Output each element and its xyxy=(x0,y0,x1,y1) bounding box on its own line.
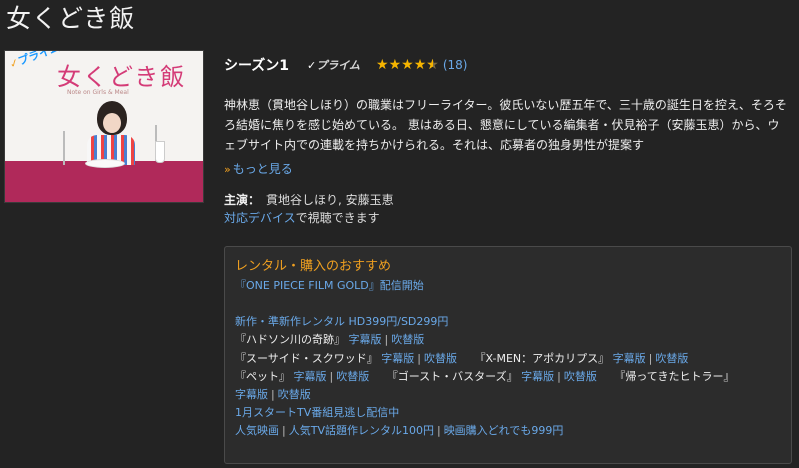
tv-missed-link[interactable]: 1月スタートTV番組見逃し配信中 xyxy=(235,406,399,419)
more-link-label: もっと見る xyxy=(232,162,293,176)
cast-label: 主演： xyxy=(224,193,261,207)
poster-image[interactable]: 女くどき飯 Note on Girls & Meal ✓プライム xyxy=(4,50,204,203)
movie-title: 『スーサイド・スクワッド』 xyxy=(235,351,378,365)
movie-title: 『帰ってきたヒトラー』 xyxy=(614,369,735,383)
device-row: 対応デバイスで視聴できます xyxy=(224,209,796,227)
dubbed-link[interactable]: 吹替版 xyxy=(564,370,597,383)
separator: | xyxy=(557,369,561,383)
separator: | xyxy=(282,424,286,438)
more-link[interactable]: » もっと見る xyxy=(224,160,796,177)
star-rating[interactable]: ★ ★ ★ ★ ★ xyxy=(376,58,439,72)
separator: | xyxy=(417,351,421,365)
movie-title: 『ゴースト・バスターズ』 xyxy=(386,369,518,383)
info-panel: シーズン1 ✓プライム ★ ★ ★ ★ ★ (18) 神林恵（貫地谷しほり）の職… xyxy=(224,54,796,227)
star-icon: ★ xyxy=(401,57,414,73)
dubbed-link[interactable]: 吹替版 xyxy=(424,352,457,365)
poster-logo-subtitle: Note on Girls & Meal xyxy=(67,89,129,96)
subtitles-link[interactable]: 字幕版 xyxy=(521,370,554,383)
star-icon: ★ xyxy=(388,57,402,73)
dubbed-link[interactable]: 吹替版 xyxy=(391,333,424,346)
poster-person-face xyxy=(103,113,121,133)
separator: | xyxy=(436,424,441,438)
recommendation-title: レンタル・購入のおすすめ xyxy=(235,259,392,274)
separator: | xyxy=(648,351,653,365)
poster-logo: 女くどき飯 xyxy=(57,63,187,91)
separator: | xyxy=(384,333,389,347)
movie-title: 『ペット』 xyxy=(235,369,290,383)
cast-row: 主演： 貫地谷しほり, 安藤玉恵 xyxy=(224,191,796,209)
device-text: で視聴できます xyxy=(295,211,380,225)
synopsis: 神林恵（貫地谷しほり）の職業はフリーライター。彼氏いない歴五年で、三十歳の誕生日… xyxy=(224,98,787,152)
check-icon: ✓ xyxy=(307,59,317,72)
movie-buy-link[interactable]: 映画購入どれでも999円 xyxy=(444,424,564,437)
cast-names: 貫地谷しほり, 安藤玉恵 xyxy=(266,193,394,207)
page: 女くどき飯 女くどき飯 Note on Girls & Meal ✓プライム シ… xyxy=(0,0,799,468)
subtitles-link[interactable]: 字幕版 xyxy=(294,370,327,383)
rating-count-link[interactable]: (18) xyxy=(443,58,468,72)
recommendation-box: レンタル・購入のおすすめ 『ONE PIECE FILM GOLD』配信開始 新… xyxy=(224,246,792,464)
poster-glass xyxy=(155,141,165,163)
movie-title: 『X-MEN：アポカリプス』 xyxy=(474,351,610,365)
onepiece-link[interactable]: 『ONE PIECE FILM GOLD』配信開始 xyxy=(235,279,424,292)
prime-badge-label: プライム xyxy=(316,59,361,72)
subtitles-link[interactable]: 字幕版 xyxy=(613,352,646,365)
separator: | xyxy=(329,369,334,383)
subtitles-link[interactable]: 字幕版 xyxy=(235,388,268,401)
season-row: シーズン1 ✓プライム ★ ★ ★ ★ ★ (18) xyxy=(224,54,796,76)
dubbed-link[interactable]: 吹替版 xyxy=(655,352,688,365)
supported-devices-link[interactable]: 対応デバイス xyxy=(224,211,296,225)
separator: | xyxy=(271,388,275,402)
popular-movies-link[interactable]: 人気映画 xyxy=(235,424,279,437)
movie-title: 『ハドソン川の奇跡』 xyxy=(235,333,345,347)
subtitles-link[interactable]: 字幕版 xyxy=(349,333,382,346)
popular-tv-link[interactable]: 人気TV話題作レンタル100円 xyxy=(289,424,434,437)
new-rental-link[interactable]: 新作・準新作レンタル HD399円/SD299円 xyxy=(235,315,448,328)
poster-fork xyxy=(63,131,65,165)
half-star-icon: ★ xyxy=(426,58,439,72)
dubbed-link[interactable]: 吹替版 xyxy=(278,388,311,401)
chevron-down-icon: » xyxy=(224,163,231,176)
poster-plate xyxy=(85,159,125,168)
season-label: シーズン1 xyxy=(224,58,290,74)
star-icon: ★ xyxy=(376,57,389,73)
star-icon: ★ xyxy=(413,57,427,73)
dubbed-link[interactable]: 吹替版 xyxy=(336,370,369,383)
page-title: 女くどき飯 xyxy=(6,4,136,33)
prime-badge: ✓プライム xyxy=(307,57,360,73)
subtitles-link[interactable]: 字幕版 xyxy=(381,352,414,365)
